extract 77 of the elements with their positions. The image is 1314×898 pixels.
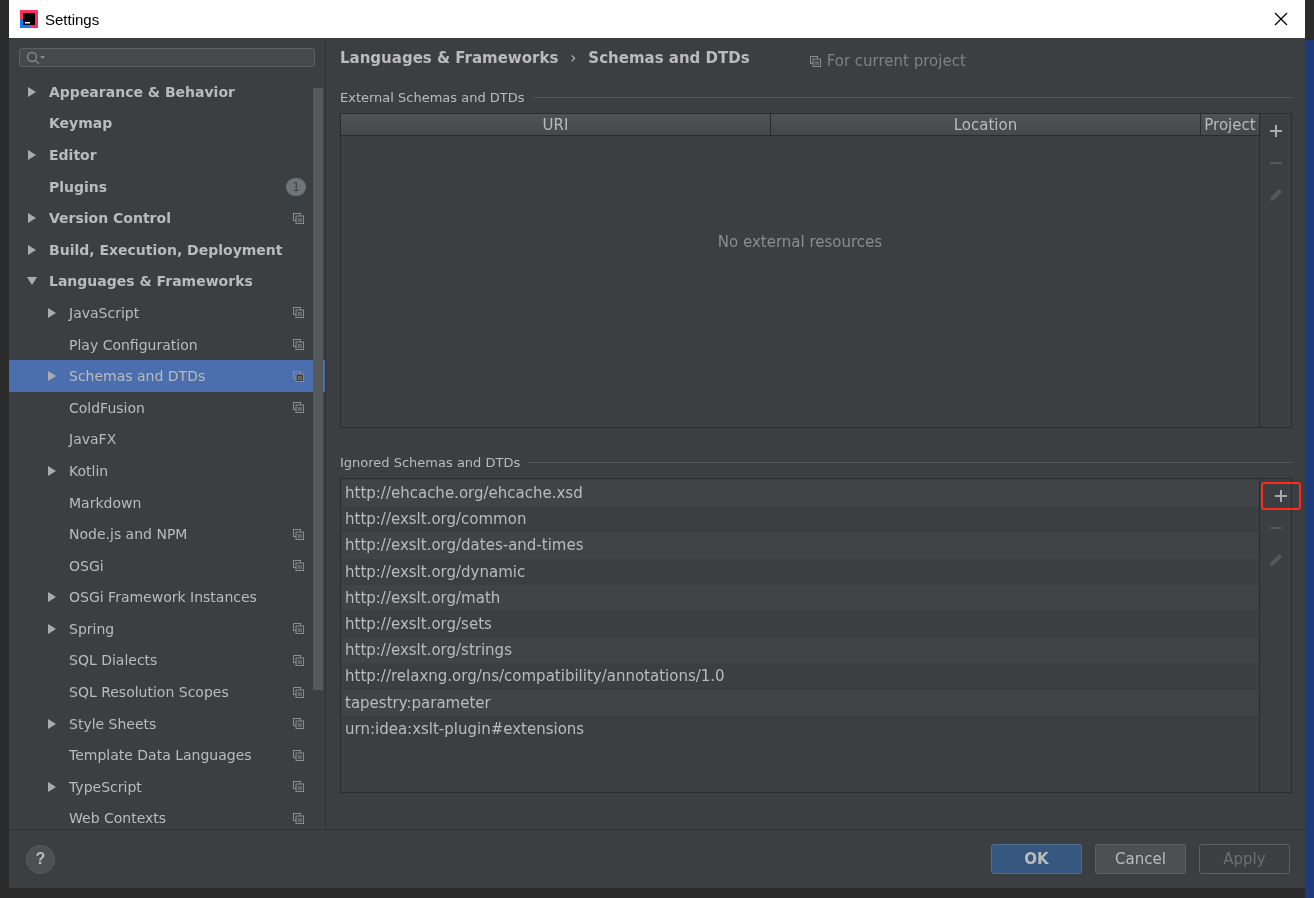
schema-list-item[interactable]: http://exslt.org/strings	[341, 637, 1259, 664]
sidebar-item[interactable]: Web Contexts	[9, 802, 325, 829]
sidebar-item[interactable]: OSGi	[9, 549, 325, 582]
project-scope-icon	[293, 749, 304, 761]
pencil-icon	[1267, 187, 1284, 203]
expand-arrow-icon[interactable]	[47, 623, 57, 634]
empty-message: No external resources	[717, 232, 883, 251]
column-header[interactable]: Location	[771, 114, 1201, 135]
expand-arrow-icon[interactable]	[27, 244, 37, 255]
column-header[interactable]: Project	[1201, 114, 1259, 135]
sidebar-item[interactable]: Version Control	[9, 202, 325, 234]
sidebar-item[interactable]: TypeScript	[9, 771, 325, 803]
project-scope-icon	[293, 212, 304, 224]
schema-list-item[interactable]: http://ehcache.org/ehcache.xsd	[341, 480, 1259, 507]
project-scope-icon	[293, 812, 304, 824]
sidebar-item[interactable]: Node.js and NPM	[9, 518, 325, 550]
collapse-arrow-icon[interactable]	[27, 276, 37, 287]
project-scope-icon	[293, 623, 304, 635]
section-title: External Schemas and DTDs	[340, 89, 525, 105]
sidebar-item[interactable]: SQL Dialects	[9, 644, 325, 677]
project-scope-icon	[293, 402, 304, 414]
sidebar-item[interactable]: ColdFusion	[9, 391, 325, 424]
breadcrumb-separator: ›	[570, 48, 577, 67]
schema-list-item[interactable]: tapestry:parameter	[341, 689, 1259, 716]
add-button[interactable]	[1260, 482, 1301, 510]
window-title: Settings	[45, 10, 101, 28]
project-scope-icon	[293, 686, 304, 698]
help-button[interactable]: ?	[26, 844, 55, 874]
project-scope-icon	[809, 55, 821, 67]
expand-arrow-icon[interactable]	[47, 781, 57, 792]
expand-arrow-icon[interactable]	[47, 718, 57, 729]
sidebar-item[interactable]: Markdown	[9, 486, 325, 519]
expand-arrow-icon[interactable]	[27, 213, 37, 224]
search-icon	[26, 50, 46, 65]
close-icon	[1274, 12, 1288, 26]
expand-arrow-icon[interactable]	[47, 592, 57, 603]
sidebar-item[interactable]: Appearance & Behavior	[9, 76, 325, 108]
expand-arrow-icon[interactable]	[27, 86, 37, 97]
search-field[interactable]	[19, 48, 315, 67]
project-scope-icon	[293, 560, 304, 572]
sidebar-item[interactable]: Template Data Languages	[9, 739, 325, 772]
sidebar-item[interactable]: Languages & Frameworks	[9, 265, 325, 298]
breadcrumb-item[interactable]: Languages & Frameworks	[340, 48, 559, 67]
scope-note: For current project	[826, 52, 966, 70]
sidebar-item[interactable]: JavaScript	[9, 297, 325, 329]
sidebar-item[interactable]: JavaFX	[9, 423, 325, 456]
schema-list-item[interactable]: http://exslt.org/math	[341, 584, 1259, 611]
expand-arrow-icon[interactable]	[47, 307, 57, 318]
sidebar-item[interactable]: Spring	[9, 613, 325, 645]
sidebar-item[interactable]: SQL Resolution Scopes	[9, 676, 325, 708]
ok-button[interactable]: OK	[991, 844, 1082, 874]
scrollbar-thumb[interactable]	[313, 88, 323, 690]
project-scope-icon	[293, 307, 304, 319]
schema-list-item[interactable]: http://exslt.org/dates-and-times	[341, 532, 1259, 559]
project-scope-icon	[293, 718, 304, 730]
expand-arrow-icon[interactable]	[47, 465, 57, 476]
project-scope-icon	[293, 339, 304, 351]
expand-arrow-icon[interactable]	[27, 150, 37, 160]
app-logo-icon	[20, 10, 38, 28]
sidebar-item[interactable]: Keymap	[9, 107, 325, 140]
dialog-button[interactable]: Cancel	[1095, 844, 1186, 874]
sidebar-item[interactable]: Editor	[9, 139, 325, 171]
pencil-icon	[1267, 552, 1284, 568]
project-scope-icon	[293, 528, 304, 540]
sidebar-item[interactable]: Style Sheets	[9, 707, 325, 740]
section-title: Ignored Schemas and DTDs	[340, 454, 521, 470]
column-header[interactable]: URI	[341, 114, 771, 135]
breadcrumb-item[interactable]: Schemas and DTDs	[588, 48, 750, 67]
project-scope-icon	[293, 781, 304, 793]
plus-icon	[1273, 489, 1288, 503]
plus-icon	[1268, 124, 1283, 138]
project-scope-icon	[293, 655, 304, 666]
project-scope-icon	[293, 370, 304, 382]
sidebar-item[interactable]: Play Configuration	[9, 328, 325, 361]
sidebar-item[interactable]: Build, Execution, Deployment	[9, 233, 325, 266]
sidebar-item[interactable]: OSGi Framework Instances	[9, 581, 325, 614]
sidebar-item[interactable]: Kotlin	[9, 455, 325, 487]
